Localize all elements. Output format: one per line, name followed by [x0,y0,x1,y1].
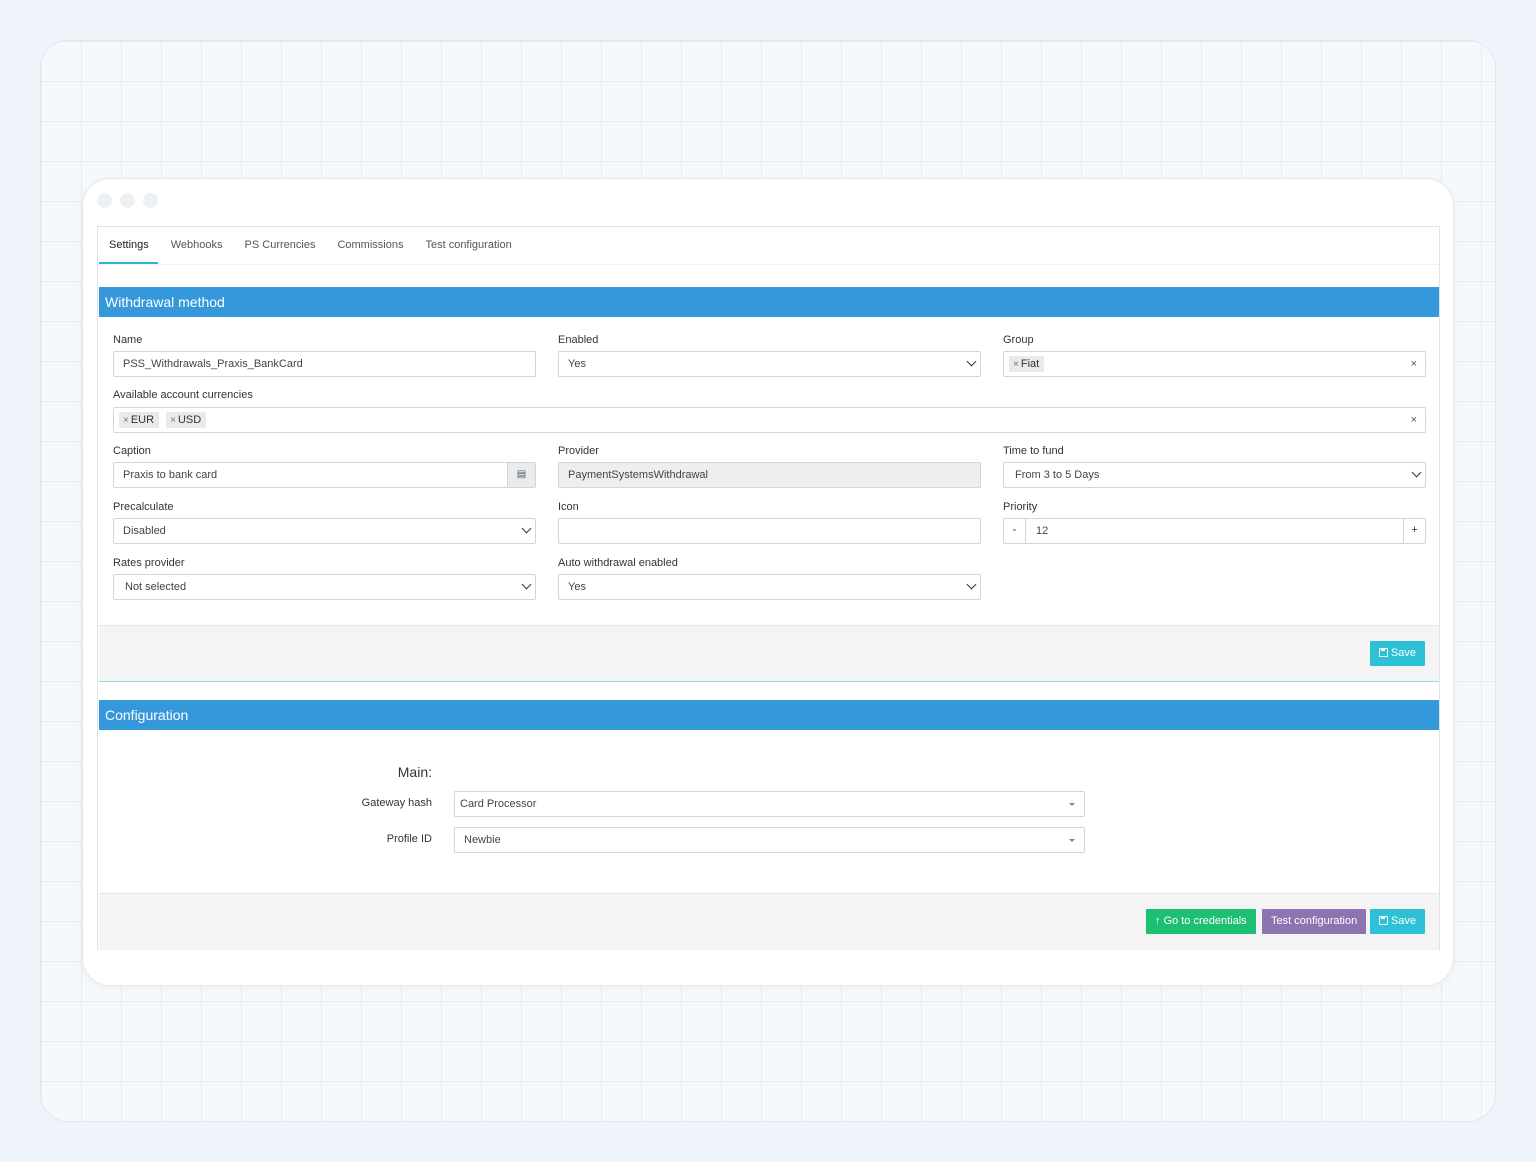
name-input[interactable]: PSS_Withdrawals_Praxis_BankCard [113,351,536,377]
chevron-down-icon [521,579,532,590]
settings-page: Settings Webhooks PS Currencies Commissi… [97,226,1440,950]
profile-id-value: Newbie [464,834,501,846]
name-label: Name [113,334,143,346]
icon-label: Icon [558,501,579,513]
priority-value[interactable]: 12 [1036,519,1048,543]
name-value: PSS_Withdrawals_Praxis_BankCard [123,358,303,370]
auto-withdrawal-label: Auto withdrawal enabled [558,557,678,569]
save-button[interactable]: Save [1369,641,1425,666]
window-dot-minimize[interactable] [120,193,135,208]
group-label: Group [1003,334,1034,346]
priority-label: Priority [1003,501,1038,513]
rates-provider-label: Rates provider [113,557,185,569]
gateway-hash-label: Gateway hash [361,797,432,809]
provider-input: PaymentSystemsWithdrawal [558,462,981,488]
currencies-label: Available account currencies [113,389,253,401]
priority-increment-button[interactable]: + [1403,519,1425,543]
window-dot-close[interactable] [97,193,112,208]
gateway-hash-select[interactable]: Card Processor [454,791,1085,817]
tab-commissions[interactable]: Commissions [327,227,412,264]
floppy-disk-icon [1378,648,1388,657]
clear-currencies-icon[interactable]: × [1411,408,1417,432]
time-to-fund-label: Time to fund [1003,445,1064,457]
rates-provider-select[interactable]: Not selected [113,574,536,600]
arrow-up-icon: ↑ [1155,915,1161,927]
withdrawal-method-header: Withdrawal method [99,287,1439,317]
profile-id-label: Profile ID [386,833,432,845]
group-multiselect[interactable]: × Fiat × [1003,351,1426,377]
tab-test-configuration[interactable]: Test configuration [415,227,520,264]
app-window: Settings Webhooks PS Currencies Commissi… [82,178,1454,986]
floppy-disk-icon [1378,916,1388,925]
tab-ps-currencies[interactable]: PS Currencies [235,227,325,264]
precalculate-label: Precalculate [113,501,174,513]
currency-tag-eur: × EUR [119,412,160,428]
withdrawal-footer: Save [99,625,1439,681]
remove-tag-icon[interactable]: × [170,415,176,426]
remove-tag-icon[interactable]: × [123,415,129,426]
chevron-down-icon [966,356,977,367]
configuration-footer: ↑ Go to credentials Test configuration Sa… [99,893,1439,950]
clear-group-icon[interactable]: × [1411,352,1417,376]
provider-value: PaymentSystemsWithdrawal [568,469,708,481]
gateway-hash-value: Card Processor [460,798,537,810]
profile-id-select[interactable]: Newbie [454,827,1085,853]
caption-input[interactable]: Praxis to bank card ▤ [113,462,536,488]
caret-down-icon [1069,803,1075,806]
window-dot-maximize[interactable] [143,193,158,208]
configuration-header: Configuration [99,700,1439,730]
window-controls [97,193,158,208]
time-to-fund-select[interactable]: From 3 to 5 Days [1003,462,1426,488]
main-section-label: Main: [397,764,432,780]
enabled-select[interactable]: Yes [558,351,981,377]
precalculate-value: Disabled [123,525,166,537]
currency-tag-usd: × USD [166,412,207,428]
provider-label: Provider [558,445,599,457]
icon-input[interactable] [558,518,981,544]
remove-tag-icon[interactable]: × [1013,359,1019,370]
tab-webhooks[interactable]: Webhooks [161,227,232,264]
tab-bar: Settings Webhooks PS Currencies Commissi… [98,227,1439,265]
tab-settings[interactable]: Settings [99,227,158,264]
auto-withdrawal-select[interactable]: Yes [558,574,981,600]
auto-withdrawal-value: Yes [568,581,586,593]
section-divider [99,681,1439,682]
caret-down-icon [1069,839,1075,842]
priority-decrement-button[interactable]: - [1004,519,1026,543]
go-to-credentials-button[interactable]: ↑ Go to credentials [1146,909,1256,934]
currencies-multiselect[interactable]: × EUR × USD × [113,407,1426,433]
rates-provider-value: Not selected [125,581,187,593]
group-tag-fiat: × Fiat [1009,356,1045,372]
enabled-value: Yes [568,358,586,370]
caption-value: Praxis to bank card [123,469,218,481]
priority-stepper: - 12 + [1003,518,1426,544]
chevron-down-icon [966,579,977,590]
chevron-down-icon [521,523,532,534]
enabled-label: Enabled [558,334,599,346]
test-configuration-button[interactable]: Test configuration [1262,909,1367,934]
translate-icon[interactable]: ▤ [507,463,535,487]
time-to-fund-value: From 3 to 5 Days [1015,469,1100,481]
precalculate-select[interactable]: Disabled [113,518,536,544]
configuration-save-button[interactable]: Save [1369,909,1425,934]
caption-label: Caption [113,445,151,457]
chevron-down-icon [1411,467,1422,478]
